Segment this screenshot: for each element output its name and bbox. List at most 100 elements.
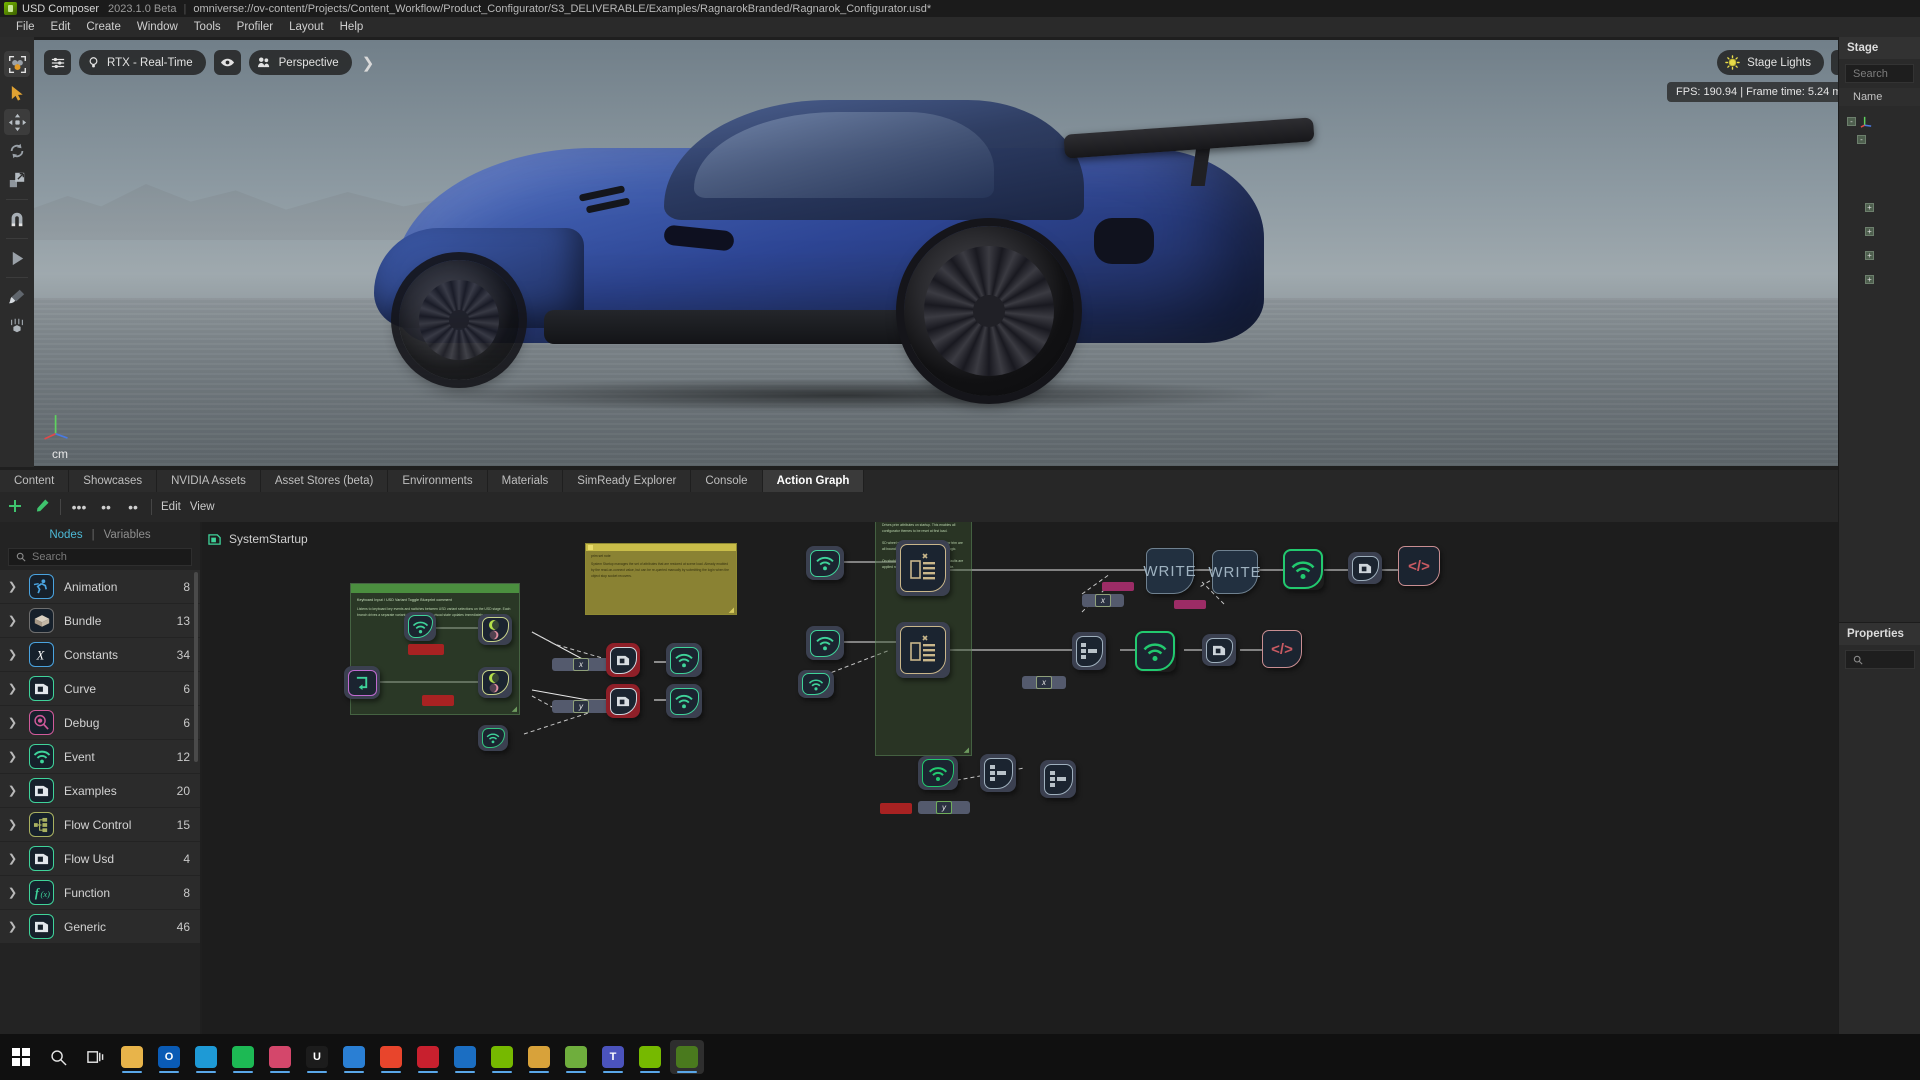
expand-chevron-icon[interactable]: ❯ — [6, 852, 19, 865]
menu-item-layout[interactable]: Layout — [281, 19, 332, 35]
viewport-3d[interactable]: RTX - Real-Time Perspective ❯ Stage Ligh… — [34, 40, 1870, 466]
node-category-debug[interactable]: ❯ Debug 6 — [0, 706, 200, 740]
trello-icon[interactable] — [337, 1040, 371, 1074]
pencil-icon[interactable] — [33, 499, 51, 515]
comment-note-yellow[interactable]: prim set note System Startup manages the… — [585, 543, 737, 615]
play-icon[interactable] — [4, 245, 30, 271]
dots-2-icon[interactable]: •• — [97, 499, 115, 515]
graph-port-bar-red-1[interactable] — [408, 644, 444, 655]
node-category-examples[interactable]: ❯ Examples 20 — [0, 774, 200, 808]
graph-node-event-4[interactable] — [806, 546, 844, 580]
tab-environments[interactable]: Environments — [388, 470, 488, 492]
graph-node-event-2[interactable] — [666, 643, 702, 677]
viewport-settings-button[interactable] — [44, 50, 71, 75]
browser-search-field[interactable]: Search — [8, 548, 192, 566]
graph-port-bar-red-2[interactable] — [422, 695, 454, 706]
paint-brush-icon[interactable] — [4, 284, 30, 310]
tab-console[interactable]: Console — [691, 470, 763, 492]
graph-node-code-1[interactable]: </> — [1398, 546, 1440, 586]
graph-port-bar-magenta-2[interactable] — [1174, 600, 1206, 609]
graph-node-mix-2[interactable] — [478, 667, 512, 698]
chevron-right-icon[interactable]: ❯ — [362, 54, 375, 72]
adobe-icon[interactable] — [411, 1040, 445, 1074]
tree-expander-icon[interactable]: + — [1865, 250, 1874, 260]
paint-icon[interactable] — [263, 1040, 297, 1074]
expand-chevron-icon[interactable]: ❯ — [6, 716, 19, 729]
expand-chevron-icon[interactable]: ❯ — [6, 614, 19, 627]
omniverse-icon[interactable] — [633, 1040, 667, 1074]
note-bar[interactable] — [586, 544, 736, 551]
graph-node-flow-2[interactable] — [980, 754, 1016, 792]
graph-const-pill-4[interactable]: x — [1022, 676, 1066, 689]
notepad-icon[interactable] — [559, 1040, 593, 1074]
dots-3-icon[interactable]: ••• — [70, 499, 88, 515]
dots-1-icon[interactable]: •• — [124, 499, 142, 515]
rotate-tool-icon[interactable] — [4, 138, 30, 164]
graph-node-flow-1[interactable] — [1072, 632, 1106, 670]
stage-tree-row[interactable]: + — [1845, 199, 1920, 215]
task-view-icon[interactable] — [78, 1040, 112, 1074]
stage-lights-button[interactable]: Stage Lights — [1717, 50, 1824, 75]
node-category-constants[interactable]: ❯ X Constants 34 — [0, 638, 200, 672]
file-explorer-icon[interactable] — [115, 1040, 149, 1074]
expand-chevron-icon[interactable]: ❯ — [6, 886, 19, 899]
stage-tree-row[interactable]: - — [1845, 113, 1920, 129]
tab-showcases[interactable]: Showcases — [69, 470, 158, 492]
expand-chevron-icon[interactable]: ❯ — [6, 648, 19, 661]
move-tool-icon[interactable] — [4, 109, 30, 135]
menu-item-file[interactable]: File — [8, 19, 43, 35]
graph-node-mix-1[interactable] — [478, 614, 512, 645]
graph-edit-menu[interactable]: Edit — [161, 501, 181, 513]
tree-expander-icon[interactable]: - — [1847, 116, 1856, 126]
graph-node-flow-3[interactable] — [1040, 760, 1076, 798]
scale-tool-icon[interactable] — [4, 167, 30, 193]
graph-node-event-9[interactable] — [918, 756, 958, 790]
graph-node-curve-red-2[interactable] — [606, 684, 640, 718]
graph-const-pill-3[interactable]: x — [1082, 594, 1124, 607]
tab-asset-stores-beta[interactable]: Asset Stores (beta) — [260, 470, 389, 492]
camera-selector[interactable]: Perspective — [248, 50, 352, 75]
stage-search-field[interactable]: Search — [1845, 64, 1914, 83]
node-category-function[interactable]: ❯ f (x) Function 8 — [0, 876, 200, 910]
graph-node-prim-1[interactable] — [896, 540, 950, 596]
browser-tab-variables[interactable]: Variables — [104, 529, 151, 541]
expand-chevron-icon[interactable]: ❯ — [6, 682, 19, 695]
unreal-engine-icon[interactable]: U — [300, 1040, 334, 1074]
outlook-icon[interactable]: O — [152, 1040, 186, 1074]
powerpoint-icon[interactable] — [448, 1040, 482, 1074]
physics-drop-icon[interactable] — [4, 313, 30, 339]
node-category-bundle[interactable]: ❯ Bundle 13 — [0, 604, 200, 638]
expand-chevron-icon[interactable]: ❯ — [6, 784, 19, 797]
graph-port-bar-magenta-1[interactable] — [1102, 582, 1134, 591]
menu-item-window[interactable]: Window — [129, 19, 186, 35]
stage-tree[interactable]: - - + + + + — [1839, 106, 1920, 287]
teams-icon[interactable]: T — [596, 1040, 630, 1074]
windows-start-icon[interactable] — [4, 1040, 38, 1074]
stage-tree-row[interactable]: + — [1845, 271, 1920, 287]
paint3d-icon[interactable] — [522, 1040, 556, 1074]
graph-node-event-8[interactable] — [1134, 630, 1176, 672]
comment-group-bar[interactable] — [351, 584, 519, 593]
graph-node-event-1[interactable] — [404, 612, 436, 641]
tab-materials[interactable]: Materials — [487, 470, 564, 492]
resize-handle-icon-2[interactable]: ◢ — [964, 746, 969, 754]
plus-icon[interactable] — [6, 499, 24, 516]
properties-search-field[interactable] — [1845, 650, 1915, 669]
node-category-list[interactable]: ❯ Animation 8 ❯ Bundle 13 ❯ X Constants 34 ❯ Curve 6… — [0, 570, 200, 1040]
stage-tree-row[interactable]: + — [1845, 247, 1920, 263]
graph-node-code-2[interactable]: </> — [1262, 630, 1302, 668]
node-category-curve[interactable]: ❯ Curve 6 — [0, 672, 200, 706]
select-mode-icon[interactable] — [4, 51, 30, 77]
node-category-flow-usd[interactable]: ❯ Flow Usd 4 — [0, 842, 200, 876]
graph-node-write-2[interactable]: WRITE — [1208, 550, 1261, 594]
tab-nvidia-assets[interactable]: NVIDIA Assets — [157, 470, 261, 492]
graph-const-pill-1[interactable]: x — [552, 658, 610, 671]
expand-chevron-icon[interactable]: ❯ — [6, 818, 19, 831]
graph-node-curve-1[interactable] — [1348, 552, 1382, 584]
graph-node-event-5[interactable] — [806, 626, 844, 660]
menu-item-create[interactable]: Create — [78, 19, 129, 35]
menu-item-help[interactable]: Help — [332, 19, 372, 35]
stage-tree-row[interactable]: + — [1845, 223, 1920, 239]
stage-tree-row[interactable]: - — [1845, 131, 1920, 147]
action-graph-canvas[interactable]: SystemStartup Keyboard Input / USD Varia… — [202, 522, 1838, 1034]
